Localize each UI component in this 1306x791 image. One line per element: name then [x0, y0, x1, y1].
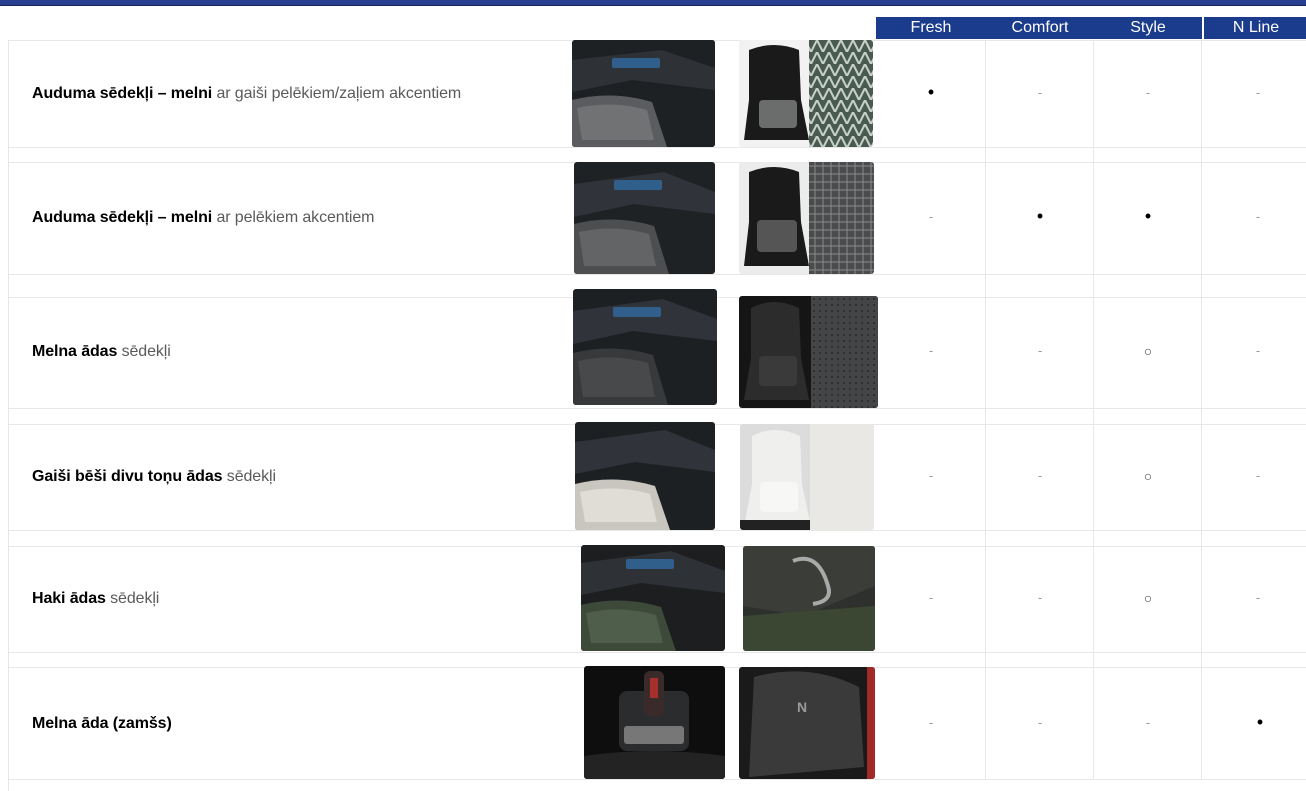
interior-dashboard-image	[573, 289, 717, 405]
availability-mark: -	[1145, 85, 1151, 100]
column-divider	[985, 40, 986, 780]
availability-mark: ○	[1143, 343, 1153, 359]
column-header-style: Style	[1094, 17, 1202, 39]
availability-mark: -	[928, 715, 934, 730]
row-label: Melna ādas sēdekļi	[32, 343, 171, 360]
seat-n-line-image: N	[739, 667, 875, 779]
seat-leather-image	[739, 296, 878, 408]
availability-mark: -	[1037, 715, 1043, 730]
interior-dashboard-image	[575, 422, 715, 530]
availability-mark: -	[1255, 209, 1261, 224]
row-divider	[9, 779, 1306, 780]
column-header-n-line: N Line	[1202, 17, 1306, 39]
availability-mark: ○	[1143, 590, 1153, 606]
gear-shifter-image	[584, 666, 725, 779]
interior-dashboard-image	[581, 545, 725, 651]
column-header-comfort: Comfort	[986, 17, 1094, 39]
row-divider	[9, 652, 1306, 653]
seat-fabric-image	[739, 162, 874, 274]
row-label: Auduma sēdekļi – melni ar gaiši pelēkiem…	[32, 85, 462, 102]
availability-mark: -	[1255, 85, 1261, 100]
top-bar	[0, 0, 1306, 6]
column-divider	[1201, 40, 1202, 780]
availability-mark: -	[1037, 343, 1043, 358]
availability-mark: •	[1256, 712, 1264, 732]
availability-mark: -	[1145, 715, 1151, 730]
availability-mark: -	[1037, 468, 1043, 483]
availability-mark: -	[1255, 343, 1261, 358]
availability-mark: •	[927, 82, 935, 102]
row-divider	[9, 274, 1306, 275]
seat-fabric-image	[739, 40, 873, 147]
row-divider	[9, 408, 1306, 409]
interior-dashboard-image	[572, 40, 715, 147]
availability-mark: -	[928, 590, 934, 605]
availability-mark: -	[1255, 590, 1261, 605]
seat-leather-image	[740, 424, 874, 530]
availability-mark: -	[928, 209, 934, 224]
availability-mark: -	[928, 468, 934, 483]
row-label: Auduma sēdekļi – melni ar pelēkiem akcen…	[32, 209, 375, 226]
row-divider	[9, 147, 1306, 148]
door-trim-image	[743, 546, 875, 651]
row-label: Melna āda (zamšs)	[32, 715, 172, 732]
row-label: Haki ādas sēdekļi	[32, 590, 160, 607]
availability-mark: •	[1144, 206, 1152, 226]
table-left-border	[8, 40, 9, 791]
availability-mark: -	[928, 343, 934, 358]
column-divider	[1093, 40, 1094, 780]
row-label: Gaiši bēši divu toņu ādas sēdekļi	[32, 468, 276, 485]
availability-mark: ○	[1143, 468, 1153, 484]
availability-mark: -	[1037, 85, 1043, 100]
interior-dashboard-image	[574, 162, 715, 274]
availability-mark: -	[1037, 590, 1043, 605]
availability-mark: -	[1255, 468, 1261, 483]
row-divider	[9, 530, 1306, 531]
svg-text:N: N	[797, 699, 807, 715]
availability-mark: •	[1036, 206, 1044, 226]
column-header-fresh: Fresh	[876, 17, 986, 39]
